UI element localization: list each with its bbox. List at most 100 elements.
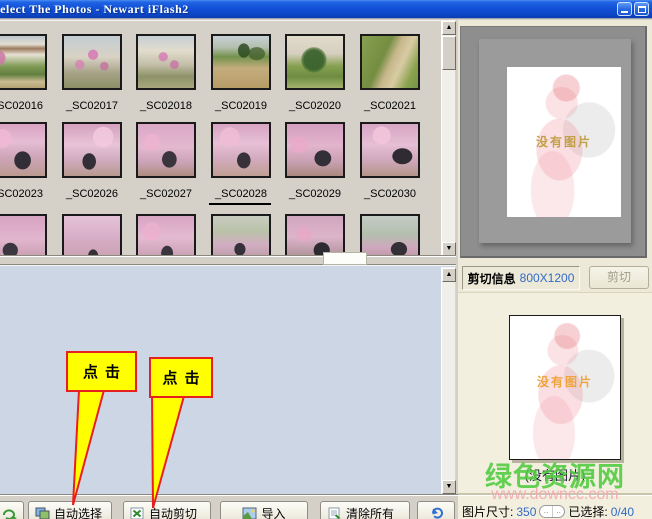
photo-image[interactable] <box>136 122 196 178</box>
photo-thumbnail[interactable]: _SC02018 <box>136 34 196 112</box>
photo-image[interactable] <box>0 214 47 255</box>
image-size-value: 350 <box>516 505 536 519</box>
title-bar: Select The Photos - Newart iFlash2 <box>0 0 652 18</box>
photo-image[interactable] <box>285 122 345 178</box>
photo-image[interactable] <box>285 214 345 255</box>
photo-label: _SC02019 <box>211 100 271 112</box>
green-arrow-icon <box>1 507 17 519</box>
photo-thumbnail[interactable]: _SC02029 <box>285 122 345 200</box>
photo-image[interactable] <box>285 34 345 90</box>
crop-icon <box>130 507 145 519</box>
photo-image[interactable] <box>62 214 122 255</box>
photo-thumbnail[interactable] <box>62 214 122 255</box>
clear-all-button[interactable]: 清除所有 <box>320 501 410 519</box>
no-image-text: 没有图片 <box>510 373 620 390</box>
clear-all-label: 清除所有 <box>346 505 394 519</box>
photo-label: _SC02029 <box>285 188 345 200</box>
photo-thumbnail[interactable]: _SC02021 <box>360 34 420 112</box>
photo-image[interactable] <box>211 214 271 255</box>
spinner-left[interactable]: ‥ <box>540 506 553 517</box>
photo-image[interactable] <box>211 122 271 178</box>
preview-pane: 没有图片 剪切信息 800X1200 剪切 没有图片 (没有图片) 图片尺寸: … <box>458 20 652 519</box>
photo-label: _SC02026 <box>62 188 122 200</box>
photo-image[interactable] <box>360 122 420 178</box>
photo-thumbnail[interactable] <box>0 214 47 255</box>
photo-thumbnail[interactable]: _SC02030 <box>360 122 420 200</box>
photo-image[interactable] <box>0 122 47 178</box>
photo-image[interactable] <box>0 34 47 90</box>
scroll-down-button[interactable]: ▼ <box>442 242 456 255</box>
crop-size-value: 800X1200 <box>520 271 575 285</box>
photo-thumbnail[interactable]: _SC02017 <box>62 34 122 112</box>
splitter-handle[interactable] <box>323 252 367 265</box>
maximize-button[interactable] <box>634 2 649 16</box>
photo-thumbnail[interactable]: _SC02026 <box>62 122 122 200</box>
minimize-button[interactable] <box>617 2 632 16</box>
photo-image[interactable] <box>136 214 196 255</box>
selection-underline <box>209 203 271 205</box>
photo-thumbnail[interactable] <box>211 214 271 255</box>
photo-label: _SC02023 <box>0 188 47 200</box>
panel-scrollbar[interactable]: ▲ ▼ <box>441 267 455 495</box>
crop-info-label: 剪切信息 <box>468 270 516 287</box>
window-title: Select The Photos - Newart iFlash2 <box>0 2 189 17</box>
app-window: Select The Photos - Newart iFlash2 _SC02… <box>0 0 652 519</box>
photo-thumbnail[interactable]: _SC02027 <box>136 122 196 200</box>
callout-click-2: 点击 <box>149 357 213 398</box>
prev-page-button[interactable] <box>0 501 24 519</box>
photo-thumbnail-selected[interactable]: _SC02028 <box>211 122 271 200</box>
photo-image[interactable] <box>62 122 122 178</box>
scroll-up-button[interactable]: ▲ <box>442 268 456 282</box>
photo-thumbnail[interactable]: _SC02020 <box>285 34 345 112</box>
undo-button[interactable] <box>417 501 455 519</box>
photo-thumbnail[interactable]: _SC02023 <box>0 122 47 200</box>
spinner-right[interactable]: ‥ <box>553 506 565 517</box>
photo-label: _SC02018 <box>136 100 196 112</box>
auto-crop-button[interactable]: 自动剪切 <box>123 501 211 519</box>
auto-crop-label: 自动剪切 <box>149 505 197 519</box>
selected-count: 0/40 <box>611 505 634 519</box>
auto-select-label: 自动选择 <box>54 505 102 519</box>
photo-thumbnail[interactable] <box>285 214 345 255</box>
photo-image[interactable] <box>360 34 420 90</box>
photo-thumbnail[interactable] <box>360 214 420 255</box>
photo-thumbnail[interactable]: _SC02019 <box>211 34 271 112</box>
photo-thumbnail[interactable] <box>136 214 196 255</box>
status-row: 图片尺寸: 350 ‥‥ 已选择: 0/40 <box>462 503 652 519</box>
callout-click-1: 点击 <box>66 351 137 392</box>
image-size-label: 图片尺寸: <box>462 503 513 519</box>
horizontal-splitter[interactable] <box>0 255 456 265</box>
bottom-preview-area: 没有图片 (没有图片) 图片尺寸: 350 ‥‥ 已选择: 0/40 <box>458 292 652 519</box>
photo-label: _SC02030 <box>360 188 420 200</box>
auto-select-button[interactable]: 自动选择 <box>28 501 112 519</box>
clear-icon <box>327 507 342 519</box>
minimize-icon <box>621 11 628 13</box>
photo-thumbnail[interactable]: _SC02016 <box>0 34 47 112</box>
grid-scrollbar[interactable]: ▲ ▼ <box>441 21 455 255</box>
photo-image[interactable] <box>62 34 122 90</box>
undo-arrow-icon <box>428 506 444 519</box>
scroll-down-button[interactable]: ▼ <box>442 480 456 494</box>
bottom-toolbar: 自动选择 自动剪切 导入 清除所有 <box>0 494 458 519</box>
preview-caption: (没有图片) <box>458 465 652 484</box>
crop-info-box: 剪切信息 800X1200 <box>462 266 580 290</box>
crop-button[interactable]: 剪切 <box>589 266 649 289</box>
photo-grid: _SC02016 _SC02017 _SC02018 _SC02019 _SC0… <box>0 20 456 255</box>
photo-image[interactable] <box>360 214 420 255</box>
bottom-preview-card: 没有图片 <box>509 315 621 460</box>
top-preview-card: 没有图片 <box>507 67 621 217</box>
photo-image[interactable] <box>211 34 271 90</box>
photo-label: _SC02021 <box>360 100 420 112</box>
photo-label: _SC02017 <box>62 100 122 112</box>
photo-image[interactable] <box>136 34 196 90</box>
size-spinner[interactable]: ‥‥ <box>539 505 565 518</box>
scrollbar-thumb[interactable] <box>442 36 456 70</box>
import-label: 导入 <box>261 505 285 519</box>
photo-label: _SC02016 <box>0 100 47 112</box>
maximize-icon <box>638 6 646 13</box>
top-preview-area: 没有图片 <box>460 26 647 258</box>
scroll-up-button[interactable]: ▲ <box>442 21 456 35</box>
picture-icon <box>242 507 257 519</box>
import-button[interactable]: 导入 <box>220 501 308 519</box>
photo-label: _SC02020 <box>285 100 345 112</box>
